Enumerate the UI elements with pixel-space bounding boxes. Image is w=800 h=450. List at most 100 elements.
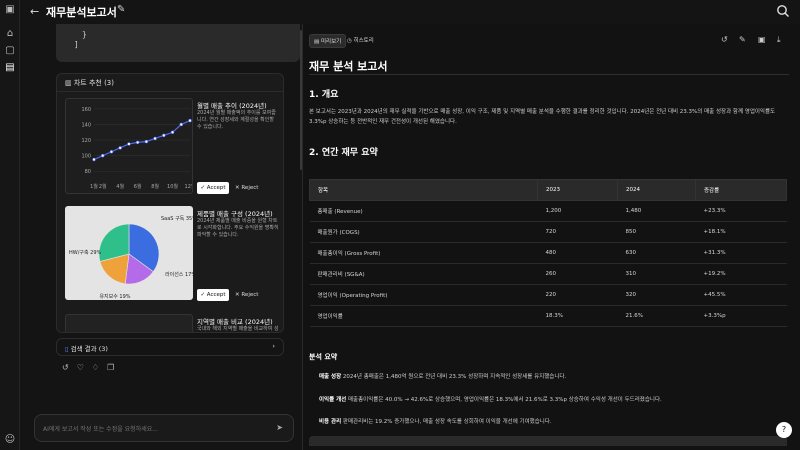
accept-button[interactable]: ✓ Accept: [197, 182, 229, 194]
back-arrow-icon[interactable]: ←: [30, 5, 39, 18]
retry-icon[interactable]: ↺: [62, 363, 77, 372]
chart-card-pie: SaaS 구독 35% 라이선스 17% 유지보수 19% HW/구축 29% 제품별…: [65, 206, 279, 306]
message-actions: ↺♡♢❐: [62, 363, 122, 372]
prompt-input[interactable]: [43, 423, 263, 435]
table-cell: 18.3%: [537, 305, 618, 327]
thumbs-down-icon[interactable]: ♢: [92, 363, 107, 372]
x-tick-label: 12월: [185, 183, 193, 190]
summary-label: 비용 관리: [319, 419, 342, 425]
chevron-right-icon: ›: [272, 342, 275, 350]
slice-label: SaaS 구독 35%: [161, 216, 193, 222]
panel-toggle-icon[interactable]: ▣: [4, 4, 16, 16]
table-cell: 1,480: [617, 200, 696, 222]
table-row: 판매관리비 (SG&A) 260 310 +19.2%: [309, 263, 787, 285]
chart-recommend-header[interactable]: ▥ 차트 추천 (3): [57, 74, 283, 92]
accept-label: Accept: [206, 185, 226, 191]
send-icon[interactable]: ➤: [276, 423, 283, 432]
table-header: 2024: [617, 179, 696, 201]
reject-button[interactable]: ✕ Reject: [235, 182, 265, 194]
save-icon[interactable]: ▣: [758, 35, 766, 44]
table-row: 매출총이익 (Gross Profit) 480 630 +31.3%: [309, 242, 787, 264]
pie-chart-thumbnail[interactable]: SaaS 구독 35% 라이선스 17% 유지보수 19% HW/구축 29%: [65, 206, 193, 300]
chart-card-line: 80 100 120 140 160 1월2월 4월 6월 8월 10월 12월 월별 매출 추이 …: [65, 98, 277, 198]
chart-recommend-panel: ▥ 차트 추천 (3) 80 100 120 140 160 1월 2월 4월 6월 8월 10월 1…: [56, 73, 284, 333]
search-icon[interactable]: [776, 4, 790, 18]
table-cell: 21.6%: [617, 305, 696, 327]
close-icon: ✕: [235, 292, 240, 298]
x-tick-label: 4월: [116, 183, 124, 190]
data-point: [188, 118, 192, 123]
search-results-label: 검색 결과 (3): [70, 345, 108, 353]
copy-icon[interactable]: ❐: [107, 363, 122, 372]
data-point: [109, 150, 114, 154]
reject-label: Reject: [241, 292, 259, 298]
document-icon[interactable]: ▤: [4, 62, 16, 74]
table-row: 영업이익 (Operating Profit) 220 320 +45.5%: [309, 284, 787, 306]
history-icon: ◷: [347, 38, 352, 44]
x-tick-label: 8월: [151, 183, 159, 190]
chat-icon[interactable]: ▢: [4, 45, 16, 57]
table-cell: 260: [537, 263, 618, 285]
user-icon[interactable]: ☺: [4, 434, 16, 446]
summary-label: 매출 성장: [319, 374, 342, 380]
edit-icon[interactable]: ✎: [739, 35, 746, 44]
reject-button[interactable]: ✕ Reject: [235, 289, 265, 301]
line-chart-thumbnail[interactable]: 80 100 120 140 160 1월2월 4월 6월 8월 10월 12월: [65, 98, 193, 194]
pie-chart: SaaS 구독 35% 라이선스 17% 유지보수 19% HW/구축 29%: [69, 216, 193, 300]
edit-title-icon[interactable]: ✎: [117, 4, 125, 15]
table-cell: 320: [617, 284, 696, 306]
data-point: [118, 146, 122, 150]
table-cell: 850: [617, 221, 696, 243]
table-cell: 판매관리비 (SG&A): [309, 263, 538, 285]
summary-text: 매출총이익률은 40.0% → 42.6%로 상승했으며, 영업이익률은 18.…: [347, 397, 662, 403]
table-header: 항목: [309, 179, 538, 201]
table-cell: 총매출 (Revenue): [309, 200, 538, 222]
card-title: 지역별 매출 비교 (2024년): [197, 318, 273, 326]
data-point: [127, 142, 131, 146]
table-cell: 1,200: [537, 200, 618, 222]
accept-button[interactable]: ✓ Accept: [197, 289, 229, 301]
slice-label: 유지보수 19%: [99, 293, 130, 300]
summary-item: 이익률 개선 매출총이익률은 40.0% → 42.6%로 상승했으며, 영업이…: [319, 395, 662, 403]
section-heading: 분석 요약: [309, 353, 338, 361]
data-point: [179, 122, 183, 127]
section-heading: 2. 연간 재무 요약: [309, 148, 378, 158]
y-tick-label: 80: [85, 169, 91, 175]
summary-label: 이익률 개선: [319, 397, 347, 403]
help-icon[interactable]: ?: [776, 422, 792, 438]
search-results-panel[interactable]: ▯ 검색 결과 (3) ›: [56, 338, 284, 356]
table-cell: 630: [617, 242, 696, 264]
summary-item: 매출 성장 2024년 총매출은 1,480억 원으로 전년 대비 23.3% …: [319, 372, 566, 380]
card-desc: 2024년 월별 매출액의 추이를 보여줍니다. 연간 성장세와 계절성을 확인…: [197, 110, 276, 130]
divider: [309, 74, 789, 75]
check-icon: ✓: [200, 292, 206, 298]
card-desc: 2024년 제품별 매출 비중을 원형 차트로 시각화합니다. 주요 수익원을 …: [197, 218, 279, 238]
footer-bar: [309, 436, 787, 446]
download-icon[interactable]: ⤓: [777, 35, 781, 45]
thumbs-up-icon[interactable]: ♡: [77, 363, 92, 372]
bar-chart-thumbnail[interactable]: [65, 314, 193, 332]
card-title: 월별 매출 추이 (2024년): [197, 102, 267, 110]
line-chart: 80 100 120 140 160 1월2월 4월 6월 8월 10월 12월: [81, 107, 193, 190]
overview-paragraph: 본 보고서는 2023년과 2024년의 재무 실적을 기반으로 매출 성장, …: [309, 109, 776, 125]
y-tick-label: 120: [81, 138, 91, 144]
table-row: 영업이익률 18.3% 21.6% +3.3%p: [309, 305, 787, 327]
x-tick-label: 10월: [167, 183, 178, 190]
undo-icon[interactable]: ↺: [721, 35, 728, 44]
data-point: [153, 136, 157, 141]
tab-preview[interactable]: ▤ 미리보기: [309, 34, 347, 48]
table-cell: 매출총이익 (Gross Profit): [309, 242, 538, 264]
code-line: ]: [74, 40, 79, 49]
code-block: } ]: [56, 24, 300, 62]
summary-text: 판매관리비는 19.2% 증가했으나, 매출 성장 속도를 상회하여 이익을 개…: [342, 419, 552, 425]
prompt-box: ➤: [34, 414, 294, 442]
y-tick-label: 140: [81, 122, 91, 128]
table-cell: 480: [537, 242, 618, 264]
tab-history[interactable]: ◷ 히스토리: [343, 34, 378, 48]
page-title: 재무분석보고서: [46, 6, 117, 19]
bar-chart-icon: ▥: [65, 79, 72, 87]
x-tick-label: 2월: [99, 183, 107, 190]
y-tick-label: 160: [81, 107, 91, 113]
home-icon[interactable]: ⌂: [4, 28, 16, 40]
data-point: [144, 139, 149, 144]
